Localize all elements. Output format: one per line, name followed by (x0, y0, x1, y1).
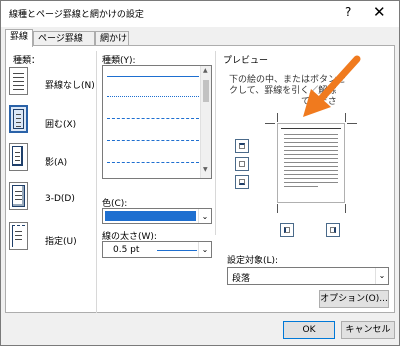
right-border-icon[interactable] (326, 223, 340, 237)
dialog-window: 線種とページ罫線と網かけの設定 ? ✕ 罫線 ページ罫線 網かけ 種類： 罫線な… (0, 0, 400, 346)
title-bar: 線種とページ罫線と網かけの設定 ? ✕ (1, 1, 399, 27)
setting-shadow-label[interactable]: 影(A) (45, 155, 67, 168)
setting-3d-icon[interactable] (9, 182, 28, 210)
tab-shading[interactable]: 網かけ (95, 31, 129, 46)
setting-custom-icon[interactable] (9, 222, 28, 250)
annotation-arrow-icon (303, 55, 361, 117)
scroll-down-icon[interactable]: ▼ (203, 166, 208, 173)
top-border-icon[interactable] (235, 139, 249, 153)
setting-box-icon[interactable] (9, 105, 28, 133)
width-sample-line (157, 250, 197, 251)
setting-none-label[interactable]: 罫線なし(N) (45, 78, 95, 91)
column-divider (96, 51, 97, 313)
chevron-down-icon[interactable]: ⌄ (198, 209, 211, 223)
apply-to-dropdown[interactable]: 段落 ⌄ (227, 267, 389, 285)
preview-top-border (281, 128, 341, 129)
style-listbox[interactable]: ▲ ▼ (102, 65, 212, 179)
close-button[interactable]: ✕ (373, 3, 386, 21)
color-swatch (105, 211, 196, 221)
corner-mark (277, 204, 278, 213)
scroll-up-icon[interactable]: ▲ (203, 67, 208, 74)
style-dashdot-line[interactable] (107, 140, 199, 141)
setting-none-icon[interactable] (9, 67, 28, 95)
corner-mark (265, 123, 275, 124)
bottom-border-icon[interactable] (235, 175, 249, 189)
style-dashed-line[interactable] (107, 118, 199, 119)
help-button[interactable]: ? (345, 5, 351, 19)
tab-borders[interactable]: 罫線 (5, 29, 33, 47)
left-border-icon[interactable] (280, 223, 294, 237)
width-dropdown[interactable]: 0.5 pt ⌄ (102, 241, 212, 258)
dialog-title: 線種とページ罫線と網かけの設定 (9, 10, 144, 20)
apply-to-label: 設定対象(L): (227, 256, 279, 266)
preview-header: プレビュー (223, 56, 269, 66)
style-dashdotdot-line[interactable] (107, 162, 199, 163)
corner-mark (345, 204, 346, 213)
style-solid-line[interactable] (107, 76, 199, 77)
setting-header: 種類： (13, 56, 41, 66)
style-scrollbar[interactable]: ▲ ▼ (200, 66, 211, 178)
corner-mark (347, 123, 357, 124)
apply-to-value: 段落 (232, 274, 251, 284)
width-value: 0.5 pt (113, 245, 140, 255)
chevron-down-icon[interactable]: ⌄ (375, 268, 388, 284)
setting-3d-label[interactable]: 3-D(D) (45, 194, 75, 204)
options-button[interactable]: オプション(O)... (319, 290, 389, 308)
preview-page[interactable] (277, 123, 345, 203)
scroll-thumb[interactable] (203, 80, 209, 102)
setting-shadow-icon[interactable] (9, 143, 28, 171)
chevron-down-icon[interactable]: ⌄ (198, 242, 211, 257)
setting-custom-label[interactable]: 指定(U) (45, 234, 77, 247)
corner-mark (277, 113, 278, 122)
setting-box-label[interactable]: 囲む(X) (45, 117, 76, 130)
style-dotted-line[interactable] (107, 96, 199, 97)
color-dropdown[interactable]: ⌄ (102, 208, 212, 224)
ok-button[interactable]: OK (283, 321, 335, 339)
cancel-button[interactable]: キャンセル (341, 321, 395, 339)
inside-horizontal-border-icon[interactable] (235, 157, 249, 171)
tab-page-borders[interactable]: ページ罫線 (33, 31, 95, 46)
